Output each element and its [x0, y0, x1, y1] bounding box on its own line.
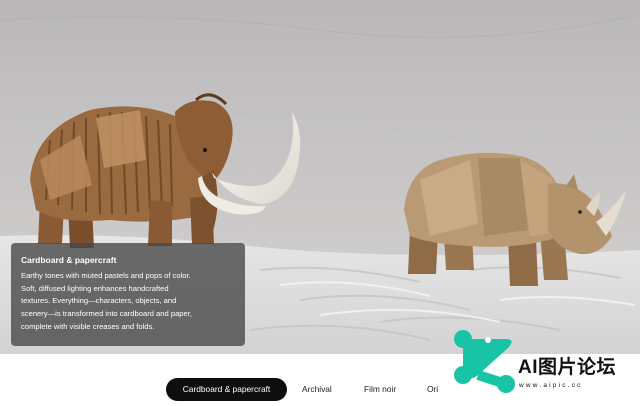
caption-title: Cardboard & papercraft — [21, 255, 117, 265]
hero-image: Cardboard & papercraft Earthy tones with… — [0, 0, 640, 354]
caption-line: scenery—is transformed into cardboard an… — [21, 309, 192, 319]
caption-line: Earthy tones with muted pastels and pops… — [21, 271, 191, 280]
tab-archival[interactable]: Archival — [302, 378, 332, 401]
tab-film-noir[interactable]: Film noir — [364, 378, 396, 401]
tab-ori[interactable]: Ori — [427, 378, 438, 401]
caption-description: Earthy tones with muted pastels and pops… — [21, 270, 236, 334]
caption-line: textures. Everything—characters, objects… — [21, 296, 177, 306]
caption-line: complete with visible creases and folds. — [21, 321, 155, 331]
mammoth-figure — [30, 93, 301, 248]
tab-cardboard-papercraft[interactable]: Cardboard & papercraft — [166, 378, 287, 401]
style-caption-card: Cardboard & papercraft Earthy tones with… — [11, 243, 245, 346]
watermark-url: www.aipic.cc — [519, 382, 583, 389]
caption-line: Soft, diffused lighting enhances handcra… — [21, 283, 169, 293]
watermark-text: AI图片论坛 — [518, 357, 617, 378]
